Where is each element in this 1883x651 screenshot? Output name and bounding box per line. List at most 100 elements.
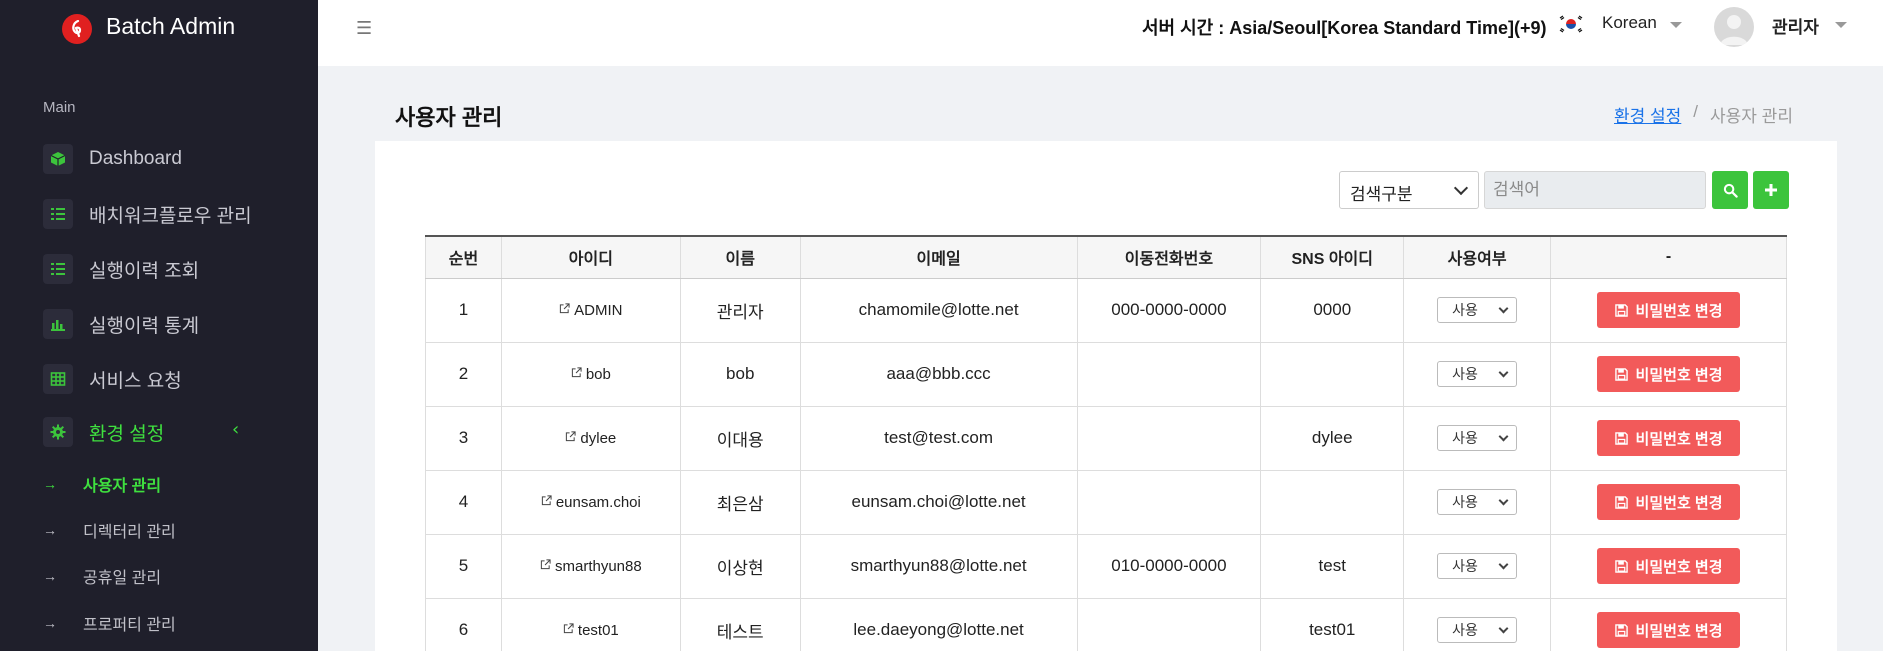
chevron-down-icon[interactable] (1670, 22, 1682, 28)
use-status-select[interactable]: 사용 (1437, 297, 1518, 323)
change-password-label: 비밀번호 변경 (1635, 622, 1723, 640)
user-email: eunsam.choi@lotte.net (799, 469, 1078, 535)
sidebar-item-label: 실행이력 조회 (89, 260, 200, 282)
save-icon (1614, 495, 1628, 509)
user-name: 테스트 (679, 597, 801, 651)
sidebar-item-execution-stats[interactable]: 실행이력 통계 (43, 308, 199, 340)
add-user-button[interactable] (1753, 171, 1789, 209)
use-status-select[interactable]: 사용 (1437, 617, 1518, 643)
change-password-button[interactable]: 비밀번호 변경 (1597, 612, 1741, 648)
search-button[interactable] (1712, 171, 1748, 209)
sidebar-item-settings[interactable]: 환경 설정 (43, 416, 164, 448)
use-status-select[interactable]: 사용 (1437, 425, 1518, 451)
brand-logo-icon (62, 14, 92, 44)
user-id-text: eunsam.choi (555, 494, 641, 511)
action-cell: 비밀번호 변경 (1550, 469, 1787, 535)
sidebar-item-label: 실행이력 통계 (89, 315, 200, 337)
change-password-button[interactable]: 비밀번호 변경 (1597, 292, 1741, 328)
sidebar-subitem-directory-management[interactable]: → 디렉터리 관리 (43, 518, 176, 542)
list-icon (43, 254, 73, 284)
user-menu[interactable]: 관리자 (1772, 13, 1819, 38)
sidebar-item-dashboard[interactable]: Dashboard (43, 143, 182, 175)
sidebar-item-service-request[interactable]: 서비스 요청 (43, 363, 182, 395)
table-row: 3 dylee 이대용 test@test.com dylee 사용 비밀번호 … (425, 405, 1787, 471)
chevron-down-icon[interactable] (1835, 22, 1847, 28)
user-sns-id: test (1260, 533, 1405, 599)
avatar[interactable] (1714, 7, 1754, 47)
breadcrumb-link-settings[interactable]: 환경 설정 (1614, 102, 1681, 127)
change-password-button[interactable]: 비밀번호 변경 (1597, 356, 1741, 392)
change-password-button[interactable]: 비밀번호 변경 (1597, 548, 1741, 584)
sidebar-subitem-user-management[interactable]: → 사용자 관리 (43, 472, 161, 496)
change-password-label: 비밀번호 변경 (1635, 366, 1723, 384)
chevron-down-icon (1453, 180, 1469, 196)
use-status-select[interactable]: 사용 (1437, 489, 1518, 515)
user-sns-id: test01 (1260, 597, 1405, 651)
user-sns-id (1260, 469, 1405, 535)
topbar: ☰ 서버 시간 : Asia/Seoul[Korea Standard Time… (318, 0, 1883, 66)
use-status-value: 사용 (1452, 430, 1478, 446)
menu-toggle-icon[interactable]: ☰ (356, 18, 372, 39)
use-status-cell: 사용 (1403, 533, 1552, 599)
use-status-select[interactable]: 사용 (1437, 553, 1518, 579)
sidebar: Batch Admin Main Dashboard 배치워크플로우 관리 실행… (0, 0, 318, 651)
user-id-link[interactable]: dylee (565, 430, 616, 447)
user-id-text: bob (585, 366, 611, 383)
user-id-link[interactable]: test01 (563, 622, 619, 639)
search-type-select[interactable]: 검색구분 (1339, 171, 1479, 209)
chevron-down-icon (1498, 623, 1509, 634)
user-id-text: test01 (577, 622, 619, 639)
chevron-down-icon (1498, 303, 1509, 314)
column-header: 이동전화번호 (1076, 235, 1262, 279)
action-cell: 비밀번호 변경 (1550, 405, 1787, 471)
action-cell: 비밀번호 변경 (1550, 533, 1787, 599)
user-sns-id: dylee (1260, 405, 1405, 471)
change-password-button[interactable]: 비밀번호 변경 (1597, 484, 1741, 520)
search-input[interactable] (1484, 171, 1706, 209)
sidebar-item-execution-history[interactable]: 실행이력 조회 (43, 253, 199, 285)
table-row: 5 smarthyun88 이상현 smarthyun88@lotte.net … (425, 533, 1787, 599)
save-icon (1614, 623, 1628, 637)
language-selector[interactable]: Korean (1602, 13, 1657, 33)
chevron-down-icon (1498, 495, 1509, 506)
column-header: 사용여부 (1403, 235, 1552, 279)
change-password-button[interactable]: 비밀번호 변경 (1597, 420, 1741, 456)
user-name: bob (679, 341, 801, 407)
sidebar-item-batch-workflow[interactable]: 배치워크플로우 관리 (43, 198, 252, 230)
user-id-link[interactable]: smarthyun88 (540, 558, 642, 575)
user-sns-id: 0000 (1260, 277, 1405, 343)
korea-flag-icon (1558, 14, 1584, 34)
user-id-text: dylee (580, 430, 617, 447)
user-phone: 010-0000-0000 (1076, 533, 1262, 599)
user-phone (1076, 469, 1262, 535)
arrow-right-icon: → (43, 522, 57, 538)
user-id-link[interactable]: bob (571, 366, 611, 383)
user-list-card: 검색구분 순번 아이디 이름 이메일 이동전화번호 SNS 아이디 사용여부 -… (375, 141, 1837, 651)
breadcrumb: 환경 설정 / 사용자 관리 (1614, 102, 1793, 127)
use-status-select[interactable]: 사용 (1437, 361, 1518, 387)
user-email: smarthyun88@lotte.net (799, 533, 1078, 599)
use-status-value: 사용 (1452, 494, 1478, 510)
use-status-value: 사용 (1452, 622, 1478, 638)
user-id-link[interactable]: eunsam.choi (541, 494, 641, 511)
arrow-right-icon: → (43, 568, 57, 584)
brand[interactable]: Batch Admin (0, 0, 318, 54)
table-row: 4 eunsam.choi 최은삼 eunsam.choi@lotte.net … (425, 469, 1787, 535)
user-name: 이상현 (679, 533, 801, 599)
column-header: - (1550, 235, 1787, 279)
save-icon (1614, 559, 1628, 573)
sidebar-subitem-property-management[interactable]: → 프로퍼티 관리 (43, 611, 176, 635)
bar-chart-icon (43, 309, 73, 339)
chevron-left-icon[interactable]: ‹ (232, 419, 239, 440)
change-password-label: 비밀번호 변경 (1635, 302, 1723, 320)
search-type-value: 검색구분 (1350, 185, 1413, 204)
sidebar-subitem-holiday-management[interactable]: → 공휴일 관리 (43, 564, 161, 588)
action-cell: 비밀번호 변경 (1550, 277, 1787, 343)
user-id-link[interactable]: ADMIN (559, 302, 623, 319)
action-cell: 비밀번호 변경 (1550, 341, 1787, 407)
user-id-cell: ADMIN (500, 277, 681, 343)
sidebar-subitem-label: 공휴일 관리 (83, 570, 162, 587)
sidebar-subitem-label: 프로퍼티 관리 (83, 617, 176, 634)
sidebar-item-label: 환경 설정 (89, 423, 165, 445)
user-id-cell: eunsam.choi (500, 469, 681, 535)
